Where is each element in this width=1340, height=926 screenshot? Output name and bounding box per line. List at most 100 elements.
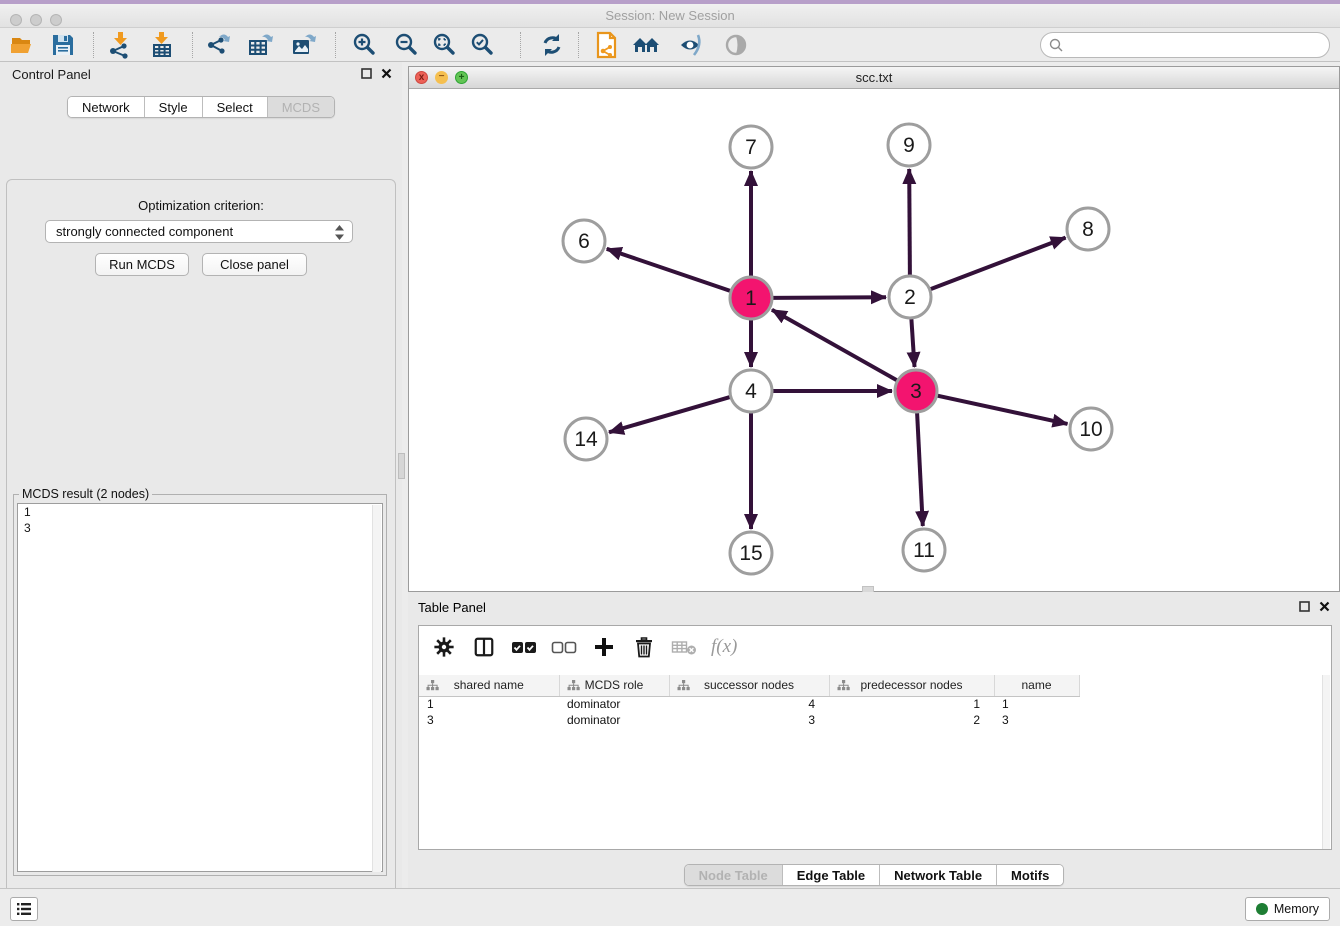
export-image-icon[interactable] — [289, 31, 319, 59]
network-window-titlebar[interactable]: x − + scc.txt — [409, 67, 1339, 89]
control-panel-tabs: Network Style Select MCDS — [0, 96, 402, 118]
float-panel-icon[interactable] — [1299, 601, 1310, 612]
function-builder-icon: f(x) — [711, 634, 737, 660]
clone-network-icon[interactable] — [592, 31, 622, 59]
zoom-out-icon[interactable] — [392, 31, 422, 59]
tab-motifs[interactable]: Motifs — [997, 865, 1063, 885]
search-field[interactable] — [1040, 32, 1330, 58]
zoom-fit-icon[interactable] — [430, 31, 460, 59]
window-traffic-lights[interactable] — [10, 14, 62, 26]
result-scrollbar[interactable] — [372, 505, 381, 872]
node-3[interactable]: 3 — [895, 370, 937, 412]
save-icon[interactable] — [48, 31, 78, 59]
network-maximize-button[interactable]: + — [455, 71, 468, 84]
edge-2-9[interactable] — [909, 169, 910, 275]
close-panel-icon[interactable] — [1319, 601, 1330, 612]
column-header-successor-nodes[interactable]: successor nodes — [669, 675, 829, 696]
edge-2-3[interactable] — [911, 319, 914, 367]
memory-status-icon — [1256, 903, 1268, 915]
criterion-dropdown[interactable]: strongly connected component — [45, 220, 353, 243]
edge-2-8[interactable] — [931, 238, 1066, 290]
select-all-columns-icon[interactable] — [511, 634, 537, 660]
search-input[interactable] — [1040, 32, 1330, 58]
node-9[interactable]: 9 — [888, 124, 930, 166]
toolbar-separator — [335, 32, 336, 58]
node-14[interactable]: 14 — [565, 418, 607, 460]
status-bar: Memory — [0, 888, 1340, 926]
close-window-button[interactable] — [10, 14, 22, 26]
import-network-icon[interactable] — [105, 31, 135, 59]
dropdown-stepper-icon — [334, 224, 345, 247]
column-layout-icon[interactable] — [471, 634, 497, 660]
node-7[interactable]: 7 — [730, 126, 772, 168]
svg-text:6: 6 — [578, 230, 590, 253]
svg-text:3: 3 — [910, 380, 922, 403]
table-settings-gear-icon[interactable] — [431, 634, 457, 660]
add-column-icon[interactable] — [591, 634, 617, 660]
tab-node-table[interactable]: Node Table — [685, 865, 783, 885]
node-2[interactable]: 2 — [889, 276, 931, 318]
tab-mcds[interactable]: MCDS — [268, 97, 334, 117]
node-15[interactable]: 15 — [730, 532, 772, 574]
refresh-icon[interactable] — [537, 31, 567, 59]
mcds-result-list[interactable]: 1 3 — [17, 503, 383, 872]
column-header-shared-name[interactable]: shared name — [419, 675, 559, 696]
node-6[interactable]: 6 — [563, 220, 605, 262]
network-close-button[interactable]: x — [415, 71, 428, 84]
delete-column-icon[interactable] — [631, 634, 657, 660]
export-table-icon[interactable] — [246, 31, 276, 59]
show-hide-graphics-icon[interactable] — [721, 31, 751, 59]
zoom-in-icon[interactable] — [350, 31, 380, 59]
delete-table-icon — [671, 634, 697, 660]
edge-4-14[interactable] — [609, 397, 730, 432]
style-preview-icon[interactable] — [676, 31, 706, 59]
import-table-icon[interactable] — [148, 31, 178, 59]
tab-edge-table[interactable]: Edge Table — [783, 865, 880, 885]
edge-1-6[interactable] — [607, 249, 731, 291]
export-network-icon[interactable] — [204, 31, 234, 59]
table-scrollbar[interactable] — [1322, 675, 1330, 849]
node-8[interactable]: 8 — [1067, 208, 1109, 250]
run-mcds-button[interactable]: Run MCDS — [95, 253, 189, 276]
network-canvas[interactable]: 7 9 6 8 1 2 4 3 14 10 15 11 — [409, 89, 1339, 591]
list-icon — [16, 902, 32, 916]
open-folder-icon[interactable] — [8, 31, 38, 59]
table-row[interactable]: 3 dominator 3 2 3 — [419, 712, 1322, 728]
deselect-all-columns-icon[interactable] — [551, 634, 577, 660]
float-panel-icon[interactable] — [361, 68, 372, 79]
empty-header — [1079, 675, 1322, 696]
node-1[interactable]: 1 — [730, 277, 772, 319]
home-icon[interactable] — [631, 31, 661, 59]
splitter-handle[interactable] — [398, 453, 405, 479]
close-panel-icon[interactable] — [381, 68, 392, 79]
network-canvas-svg: 7 9 6 8 1 2 4 3 14 10 15 11 — [409, 89, 1339, 591]
table-row[interactable]: 1 dominator 4 1 1 — [419, 696, 1322, 712]
network-minimize-button[interactable]: − — [435, 71, 448, 84]
close-panel-button[interactable]: Close panel — [202, 253, 307, 276]
svg-text:14: 14 — [574, 428, 598, 451]
task-history-button[interactable] — [10, 897, 38, 921]
tab-select[interactable]: Select — [203, 97, 268, 117]
node-table: shared name MCDS role successor nodes pr… — [419, 675, 1322, 728]
zoom-selected-icon[interactable] — [468, 31, 498, 59]
node-11[interactable]: 11 — [903, 529, 945, 571]
app-titlebar: Session: New Session — [0, 4, 1340, 28]
maximize-window-button[interactable] — [50, 14, 62, 26]
edge-3-11[interactable] — [917, 413, 923, 526]
minimize-window-button[interactable] — [30, 14, 42, 26]
column-header-name[interactable]: name — [994, 675, 1079, 696]
tab-style[interactable]: Style — [145, 97, 203, 117]
attribute-icon — [426, 680, 439, 694]
column-header-mcds-role[interactable]: MCDS role — [559, 675, 669, 696]
tab-network-table[interactable]: Network Table — [880, 865, 997, 885]
tab-network[interactable]: Network — [68, 97, 145, 117]
memory-button[interactable]: Memory — [1245, 897, 1330, 921]
column-header-predecessor-nodes[interactable]: predecessor nodes — [829, 675, 994, 696]
toolbar-separator — [520, 32, 521, 58]
edge-1-2[interactable] — [773, 297, 886, 298]
edge-3-10[interactable] — [938, 396, 1068, 424]
edge-3-1[interactable] — [772, 310, 897, 380]
node-10[interactable]: 10 — [1070, 408, 1112, 450]
node-4[interactable]: 4 — [730, 370, 772, 412]
main-toolbar — [0, 28, 1340, 62]
